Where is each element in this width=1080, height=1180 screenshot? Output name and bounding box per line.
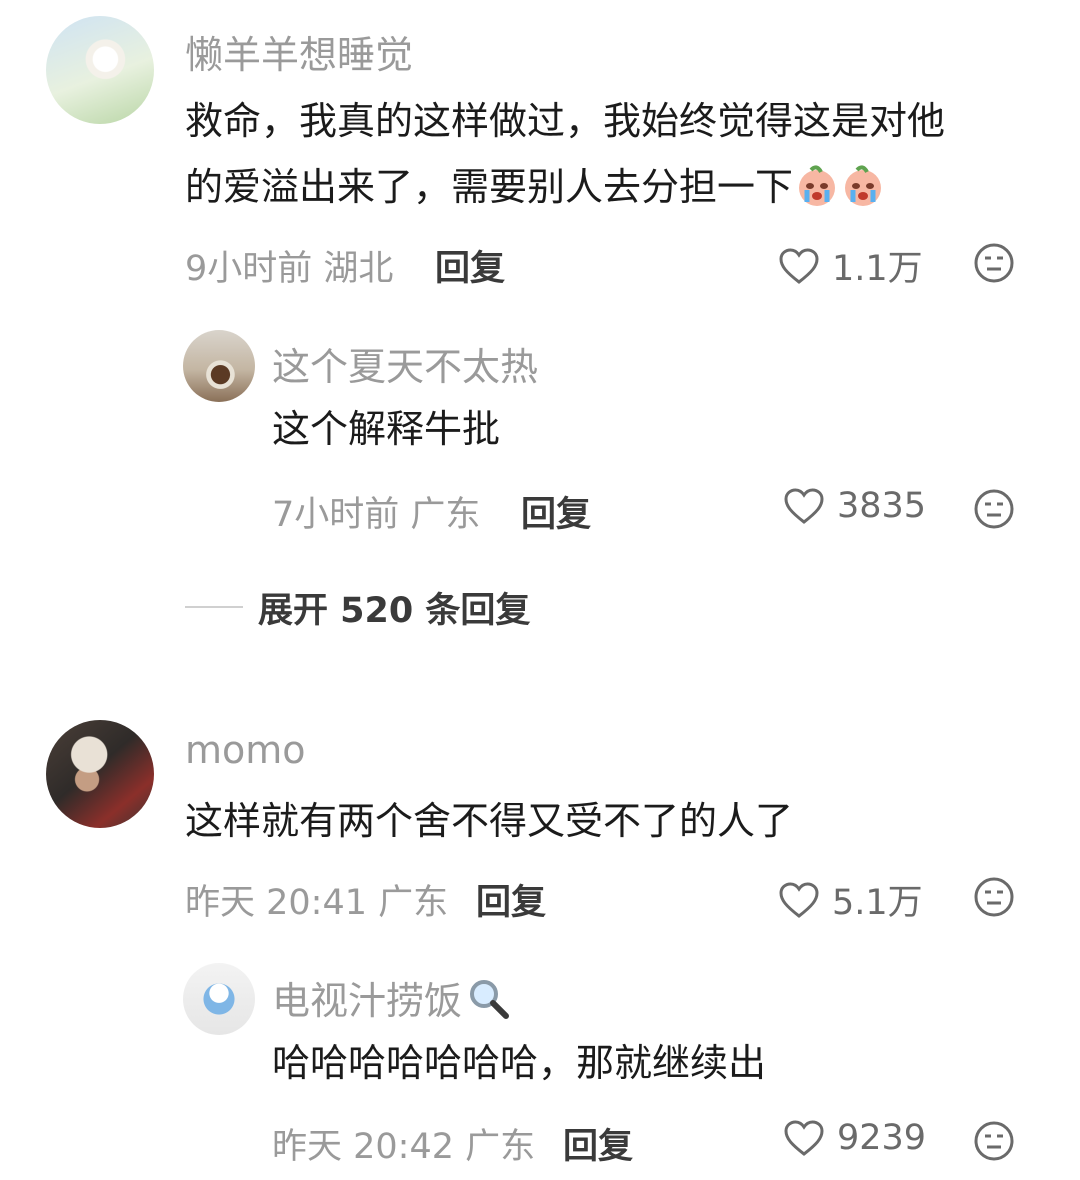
reply-username[interactable]: 这个夏天不太热 <box>272 336 538 391</box>
heart-icon <box>784 488 824 524</box>
crying-face-emoji <box>795 162 839 206</box>
avatar[interactable] <box>183 330 255 402</box>
like-count: 1.1万 <box>832 249 923 289</box>
reply-text: 这个解释牛批 <box>272 407 501 451</box>
dislike-button[interactable] <box>973 488 1015 534</box>
reply-text: 哈哈哈哈哈哈哈，那就继续出 <box>272 1041 767 1085</box>
heart-icon <box>784 1120 824 1156</box>
avatar[interactable] <box>46 720 154 828</box>
neutral-face-icon <box>974 1121 1014 1161</box>
comment-username[interactable]: 懒羊羊想睡觉 <box>185 24 413 79</box>
comment-text: 的爱溢出来了，需要别人去分担一下 <box>185 165 794 209</box>
neutral-face-icon <box>974 243 1014 283</box>
neutral-face-icon <box>974 877 1014 917</box>
comment-username[interactable]: momo <box>185 728 306 772</box>
avatar[interactable] <box>46 16 154 124</box>
like-button[interactable]: 9239 <box>783 1118 926 1158</box>
dislike-button[interactable] <box>973 1120 1015 1166</box>
like-count: 5.1万 <box>832 883 923 923</box>
reply-time-location: 昨天 20:42 广东 <box>272 1127 536 1167</box>
like-button[interactable]: 3835 <box>783 486 926 526</box>
comment-text-line2: 的爱溢出来了，需要别人去分担一下 <box>185 154 885 220</box>
expand-replies-button[interactable]: 展开 520 条回复 <box>258 582 530 633</box>
dislike-button[interactable] <box>973 242 1015 288</box>
reply-username[interactable]: 电视汁捞饭 <box>272 979 462 1023</box>
magnifier-emoji <box>466 976 510 1029</box>
reply-time-location: 7小时前 广东 <box>272 495 481 535</box>
heart-icon <box>779 247 819 284</box>
avatar[interactable] <box>183 963 255 1035</box>
dislike-button[interactable] <box>973 876 1015 922</box>
reply-button[interactable]: 回复 <box>435 240 505 291</box>
like-button[interactable]: 5.1万 <box>778 874 923 925</box>
reply-username-row[interactable]: 电视汁捞饭 <box>272 970 510 1029</box>
comment-text: 这样就有两个舍不得又受不了的人了 <box>185 799 794 843</box>
heart-icon <box>779 881 819 918</box>
like-count: 9239 <box>837 1118 927 1158</box>
crying-face-emoji <box>841 162 885 206</box>
neutral-face-icon <box>974 489 1014 529</box>
reply-button[interactable]: 回复 <box>476 874 546 925</box>
comment-time-location: 9小时前 湖北 <box>185 249 394 289</box>
reply-button[interactable]: 回复 <box>563 1118 633 1169</box>
like-button[interactable]: 1.1万 <box>778 240 923 291</box>
comment-time-location: 昨天 20:41 广东 <box>185 883 449 923</box>
expand-divider <box>185 606 243 608</box>
comment-text: 救命，我真的这样做过，我始终觉得这是对他 <box>185 99 946 143</box>
like-count: 3835 <box>837 486 927 526</box>
reply-button[interactable]: 回复 <box>521 486 591 537</box>
